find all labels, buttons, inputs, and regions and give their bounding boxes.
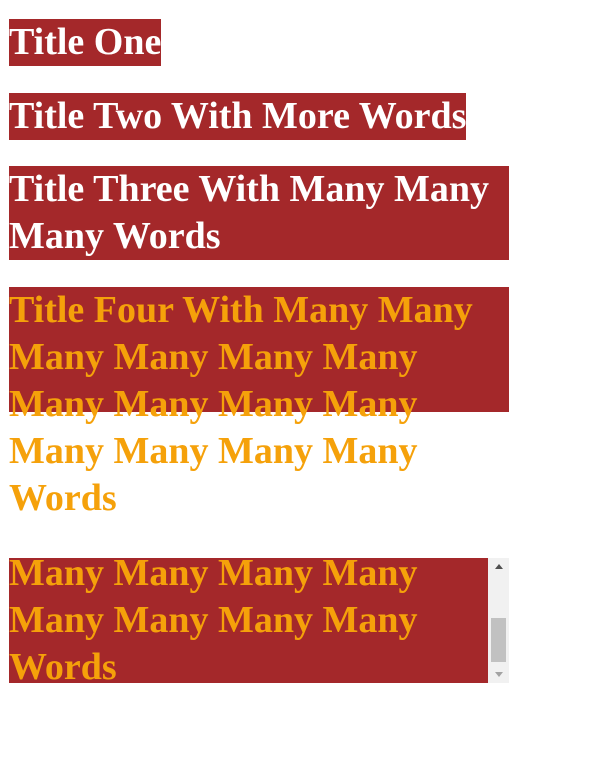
scroll-up-arrow-icon[interactable]	[488, 558, 509, 575]
title-four-overflowing: Title Four With Many Many Many Many Many…	[9, 287, 509, 519]
title-one: Title One	[9, 19, 162, 66]
scroll-thumb[interactable]	[491, 618, 506, 662]
title-five-text: Title Five With Many Many Many Many Many…	[9, 558, 418, 683]
scroll-down-arrow-icon[interactable]	[488, 666, 509, 683]
vertical-scrollbar[interactable]	[488, 558, 509, 683]
title-three: Title Three With Many Many Many Words	[9, 166, 509, 260]
title-five-scroll-box[interactable]: Title Five With Many Many Many Many Many…	[9, 558, 509, 683]
title-two: Title Two With More Words	[9, 93, 467, 140]
